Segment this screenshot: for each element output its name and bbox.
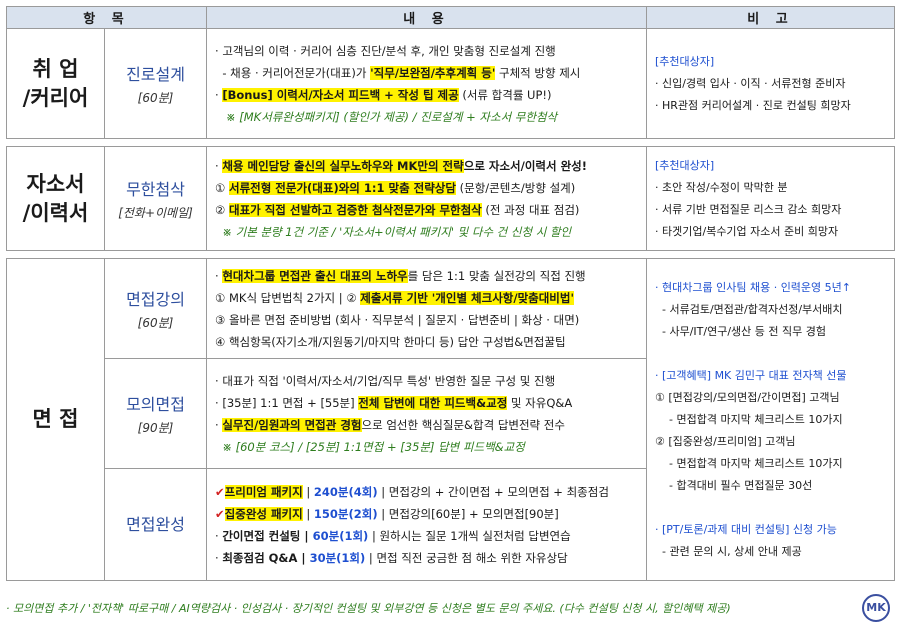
interview-note-3: - 사무/IT/연구/생산 등 전 직무 경험: [662, 324, 826, 338]
career-category: 취 업 /커리어: [6, 28, 105, 139]
resume-row: 자소서 /이력서 무한첨삭 [전화+이메일] · 채용 메인담당 출신의 실무노…: [6, 146, 896, 251]
interview-note-10: · [PT/토론/과제 대비 컨설팅] 신청 가능: [655, 522, 837, 536]
mock-line-2: · [35분] 1:1 면접 + [55분] 전체 답변에 대한 피드백&교정 …: [215, 395, 573, 410]
interview-note-9: - 합격대비 필수 면접질문 30선: [669, 478, 813, 492]
footer-note: · 모의면접 추가 / '전자책' 따로구매 / AI역량검사 · 인성검사 ·…: [6, 602, 731, 615]
lecture-sub-title: 면접강의: [126, 290, 185, 309]
header-content: 내 용: [206, 6, 648, 29]
career-note: [추천대상자] · 신입/경력 입사 · 이직 · 서류전형 준비자 · HR관…: [646, 28, 896, 139]
career-note-2: · HR관점 커리어설계 · 진로 컨설팅 희망자: [655, 98, 851, 112]
career-line-1: · 고객님의 이력 · 커리어 심층 진단/분석 후, 개인 맞춤형 진로설계 …: [215, 43, 556, 58]
resume-subcategory: 무한첨삭 [전화+이메일]: [103, 146, 208, 251]
resume-line-3: ② 대표가 직접 선발하고 검증한 첨삭전문가와 무한첨삭 (전 과정 대표 점…: [215, 202, 580, 217]
lecture-line-3: ③ 올바른 면접 준비방법 (회사 · 직무분석 | 질문지 · 답변준비 | …: [215, 312, 580, 327]
complete-subcategory: 면접완성: [103, 468, 208, 581]
interview-note-7: ② [집중완성/프리미엄] 고객님: [655, 434, 796, 448]
career-line-3: · [Bonus] 이력서/자소서 피드백 + 작성 팁 제공 (서류 합격률 …: [215, 87, 552, 102]
mock-content: · 대표가 직접 '이력서/자소서/기업/직무 특성' 반영한 질문 구성 및 …: [206, 358, 648, 469]
career-line-2: - 채용 · 커리어전문가(대표)가 '직무/보완점/추후계획 등' 구체적 방…: [222, 65, 581, 80]
complete-content: ✔프리미엄 패키지 | 240분(4회) | 면접강의 + 간이면접 + 모의면…: [206, 468, 648, 581]
complete-line-2: ✔집중완성 패키지 | 150분(2회) | 면접강의[60분] + 모의면접[…: [215, 506, 559, 521]
complete-line-4: · 최종점검 Q&A | 30분(1회) | 면접 직전 궁금한 점 해소 위한…: [215, 550, 568, 565]
interview-category: 면 접: [6, 258, 105, 581]
resume-sub-title: 무한첨삭: [126, 180, 185, 199]
mk-logo: MK: [862, 594, 890, 622]
interview-note: · 현대차그룹 인사팀 채용 · 인력운영 5년↑ - 서류검토/면접관/합격자…: [646, 258, 896, 581]
lecture-line-2: ① MK식 답변법칙 2가지 | ② 제출서류 기반 '개인별 체크사항/맞춤대…: [215, 290, 574, 305]
resume-line-1: · 채용 메인담당 출신의 실무노하우와 MK만의 전략으로 자소서/이력서 완…: [215, 158, 587, 173]
career-row: 취 업 /커리어 진로설계 [60분] · 고객님의 이력 · 커리어 심층 진…: [6, 28, 896, 139]
career-subcategory: 진로설계 [60분]: [103, 28, 208, 139]
interview-note-11: - 관련 문의 시, 상세 안내 제공: [662, 544, 802, 558]
interview-note-4: · [고객혜택] MK 김민구 대표 전자책 선물: [655, 368, 847, 382]
resume-category: 자소서 /이력서: [6, 146, 105, 251]
resume-note-2: · 서류 기반 면접질문 리스크 감소 희망자: [655, 202, 842, 216]
separator: [6, 138, 895, 147]
lecture-content: · 현대차그룹 면접관 출신 대표의 노하우를 담은 1:1 맞춤 실전강의 직…: [206, 258, 648, 359]
career-content: · 고객님의 이력 · 커리어 심층 진단/분석 후, 개인 맞춤형 진로설계 …: [206, 28, 648, 139]
complete-sub-title: 면접완성: [126, 514, 185, 534]
lecture-sub-duration: [60분]: [137, 316, 174, 330]
resume-line-2: ① 서류전형 전문가(대표)와의 1:1 맞춤 전략상담 (문항/콘텐츠/방향 …: [215, 180, 576, 195]
interview-note-2: - 서류검토/면접관/합격자선정/부서배치: [662, 302, 843, 316]
resume-content: · 채용 메인담당 출신의 실무노하우와 MK만의 전략으로 자소서/이력서 완…: [206, 146, 648, 251]
lecture-subcategory: 면접강의 [60분]: [103, 258, 208, 359]
lecture-line-1: · 현대차그룹 면접관 출신 대표의 노하우를 담은 1:1 맞춤 실전강의 직…: [215, 268, 586, 283]
service-table: 항 목 내 용 비 고 취 업 /커리어 진로설계 [60분] · 고객님의 이…: [5, 6, 896, 581]
interview-lecture-row: 면 접 면접강의 [60분] · 현대차그룹 면접관 출신 대표의 노하우를 담…: [6, 258, 896, 581]
service-table-wrapper: 항 목 내 용 비 고 취 업 /커리어 진로설계 [60분] · 고객님의 이…: [5, 6, 896, 581]
mock-sub-duration: [90분]: [137, 421, 174, 435]
header-note: 비 고: [646, 6, 896, 29]
mock-line-4: ※ [60분 코스] / [25분] 1:1면접 + [35분] 답변 피드백&…: [222, 439, 525, 454]
interview-note-1: · 현대차그룹 인사팀 채용 · 인력운영 5년↑: [655, 280, 852, 294]
interview-note-6: - 면접합격 마지막 체크리스트 10가지: [669, 412, 843, 426]
complete-line-3: · 간이면접 컨설팅 | 60분(1회) | 원하시는 질문 1개씩 실전처럼 …: [215, 528, 571, 543]
check-icon: ✔: [215, 484, 225, 499]
separator: [6, 250, 895, 259]
resume-sub-duration: [전화+이메일]: [118, 206, 193, 220]
career-note-1: · 신입/경력 입사 · 이직 · 서류전형 준비자: [655, 76, 846, 90]
resume-line-4: ※ 기본 분량 1건 기준 / '자소서+이력서 패키지' 및 다수 건 신청 …: [222, 224, 572, 239]
mock-line-3: · 실무진/임원과의 면접관 경험으로 엄선한 핵심질문&합격 답변전략 전수: [215, 417, 565, 432]
resume-note-title: [추천대상자]: [655, 158, 715, 172]
check-icon: ✔: [215, 506, 225, 521]
career-line-4: ※ [MK서류완성패키지] (할인가 제공) / 진로설계 + 자소서 무한첨삭: [225, 109, 558, 124]
interview-note-5: ① [면접강의/모의면접/간이면접] 고객님: [655, 390, 840, 404]
header-item: 항 목: [5, 6, 208, 29]
lecture-line-4: ④ 핵심항목(자기소개/지원동기/마지막 한마디 등) 답안 구성법&면접꿀팁: [215, 334, 566, 349]
career-sub-duration: [60분]: [137, 91, 174, 105]
career-sub-title: 진로설계: [126, 65, 185, 84]
interview-note-8: - 면접합격 마지막 체크리스트 10가지: [669, 456, 843, 470]
resume-note: [추천대상자] · 초안 작성/수정이 막막한 분 · 서류 기반 면접질문 리…: [646, 146, 896, 251]
mock-sub-title: 모의면접: [126, 395, 185, 414]
career-note-title: [추천대상자]: [655, 54, 715, 68]
complete-line-1: ✔프리미엄 패키지 | 240분(4회) | 면접강의 + 간이면접 + 모의면…: [215, 484, 609, 499]
mock-line-1: · 대표가 직접 '이력서/자소서/기업/직무 특성' 반영한 질문 구성 및 …: [215, 373, 556, 388]
header-row: 항 목 내 용 비 고: [5, 6, 896, 29]
resume-note-1: · 초안 작성/수정이 막막한 분: [655, 180, 788, 194]
resume-note-3: · 타겟기업/복수기업 자소서 준비 희망자: [655, 224, 839, 238]
mock-subcategory: 모의면접 [90분]: [103, 358, 208, 469]
